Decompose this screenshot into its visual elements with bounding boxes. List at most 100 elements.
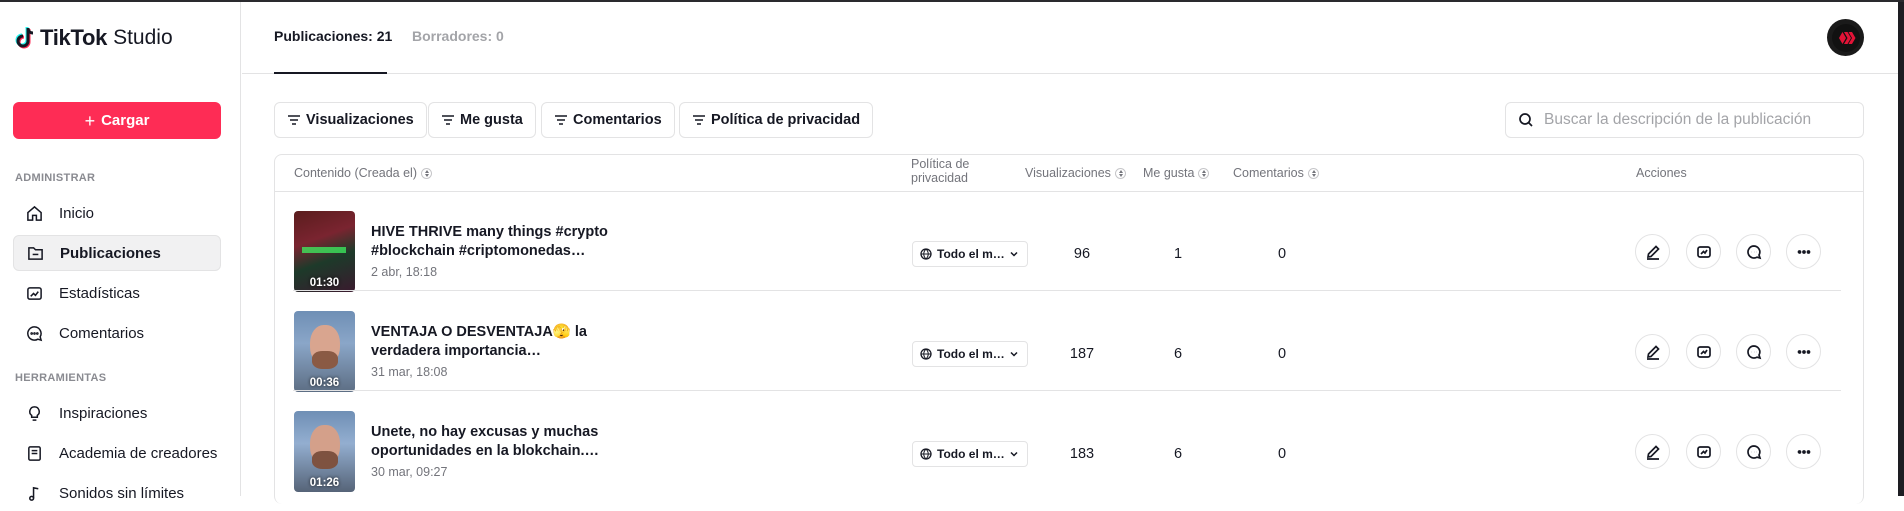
academy-icon: [25, 444, 43, 462]
header: Publicaciones: 21 Borradores: 0: [242, 2, 1898, 74]
column-header-comments[interactable]: Comentarios: [1233, 166, 1319, 180]
plus-icon: +: [84, 110, 96, 131]
more-options-button[interactable]: [1786, 434, 1821, 469]
privacy-value: Todo el m…: [937, 247, 1005, 261]
chevron-down-icon: [1010, 251, 1018, 257]
tiktok-logo-icon: [14, 26, 36, 50]
table-row[interactable]: 01:26 Unete, no hay excusas y muchas opo…: [275, 391, 1863, 492]
comments-button[interactable]: [1736, 234, 1771, 269]
analytics-button[interactable]: [1686, 434, 1721, 469]
video-description[interactable]: HIVE THRIVE many things #crypto #blockch…: [371, 223, 611, 261]
sidebar-item-publicaciones[interactable]: Publicaciones: [13, 235, 221, 271]
comments-icon: [25, 324, 43, 342]
comment-icon: [1746, 344, 1761, 359]
analytics-icon: [1696, 445, 1711, 458]
more-options-button[interactable]: [1786, 234, 1821, 269]
analytics-icon: [1696, 245, 1711, 258]
tab-borradores[interactable]: Borradores: 0: [412, 28, 504, 44]
more-horizontal-icon: [1797, 449, 1810, 454]
video-duration: 00:36: [309, 377, 340, 389]
pencil-icon: [1646, 344, 1660, 360]
privacy-select[interactable]: Todo el m…: [912, 441, 1028, 467]
section-label-admin: ADMINISTRAR: [15, 172, 96, 184]
thumbnail-beard: [312, 351, 338, 369]
video-thumbnail[interactable]: 00:36: [294, 311, 355, 392]
table-row[interactable]: 01:30 HIVE THRIVE many things #crypto #b…: [275, 191, 1863, 292]
video-description[interactable]: VENTAJA O DESVENTAJA🫣 la verdadera impor…: [371, 323, 611, 361]
analytics-button[interactable]: [1686, 234, 1721, 269]
thumbnail-beard: [312, 451, 338, 469]
sidebar: TikTok Studio + Cargar ADMINISTRAR Inici…: [0, 2, 241, 502]
sidebar-item-academia[interactable]: Academia de creadores: [13, 435, 221, 471]
video-date: 30 mar, 09:27: [371, 465, 448, 479]
sidebar-item-estadisticas[interactable]: Estadísticas: [13, 275, 221, 311]
upload-button[interactable]: + Cargar: [13, 102, 221, 139]
globe-icon: [920, 448, 932, 460]
chevron-down-icon: [1010, 451, 1018, 457]
chevron-down-icon: [1010, 351, 1018, 357]
privacy-select[interactable]: Todo el m…: [912, 341, 1028, 367]
sidebar-item-sonidos[interactable]: Sonidos sin límites: [13, 475, 221, 511]
posts-icon: [26, 244, 44, 262]
filter-me-gusta[interactable]: Me gusta: [428, 102, 536, 138]
avatar[interactable]: [1827, 19, 1864, 56]
video-date: 2 abr, 18:18: [371, 265, 438, 279]
more-horizontal-icon: [1797, 249, 1810, 254]
sort-icon: [1307, 167, 1319, 179]
filter-icon: [288, 115, 300, 125]
comment-icon: [1746, 444, 1761, 459]
video-thumbnail[interactable]: 01:26: [294, 411, 355, 492]
edit-button[interactable]: [1635, 234, 1670, 269]
search-box[interactable]: [1505, 102, 1864, 138]
filter-privacidad[interactable]: Política de privacidad: [679, 102, 874, 138]
sidebar-item-inspiraciones[interactable]: Inspiraciones: [13, 395, 221, 431]
sidebar-item-comentarios[interactable]: Comentarios: [13, 315, 221, 351]
search-input[interactable]: [1544, 111, 1854, 129]
column-header-likes[interactable]: Me gusta: [1143, 166, 1210, 180]
analytics-button[interactable]: [1686, 334, 1721, 369]
filter-comentarios[interactable]: Comentarios: [541, 102, 675, 138]
video-thumbnail[interactable]: 01:30: [294, 211, 355, 292]
privacy-value: Todo el m…: [937, 347, 1005, 361]
privacy-select[interactable]: Todo el m…: [912, 241, 1028, 267]
comments-button[interactable]: [1736, 334, 1771, 369]
search-icon: [1519, 113, 1533, 127]
comments-count: 0: [1277, 446, 1287, 462]
video-duration: 01:30: [309, 277, 340, 289]
column-header-privacy: Política de privacidad: [911, 157, 991, 185]
music-note-icon: [25, 484, 43, 502]
column-header-label: Visualizaciones: [1025, 166, 1111, 180]
sidebar-item-label: Inspiraciones: [59, 404, 148, 422]
column-header-content[interactable]: Contenido (Creada el): [294, 166, 432, 180]
lightbulb-icon: [25, 404, 43, 422]
likes-count: 1: [1173, 246, 1183, 262]
logo-text: TikTok: [40, 25, 108, 50]
video-date: 31 mar, 18:08: [371, 365, 448, 379]
table-row[interactable]: 00:36 VENTAJA O DESVENTAJA🫣 la verdadera…: [275, 291, 1863, 392]
column-header-views[interactable]: Visualizaciones: [1025, 166, 1126, 180]
analytics-icon: [1696, 345, 1711, 358]
edit-button[interactable]: [1635, 334, 1670, 369]
edit-button[interactable]: [1635, 434, 1670, 469]
tiktok-studio-logo[interactable]: TikTok Studio: [14, 24, 173, 52]
filter-label: Me gusta: [460, 112, 523, 128]
globe-icon: [920, 248, 932, 260]
filter-visualizaciones[interactable]: Visualizaciones: [274, 102, 427, 138]
pencil-icon: [1646, 244, 1660, 260]
column-header-label: Acciones: [1636, 166, 1687, 180]
sort-icon: [1114, 167, 1126, 179]
column-header-actions: Acciones: [1636, 166, 1687, 180]
more-options-button[interactable]: [1786, 334, 1821, 369]
sidebar-item-label: Comentarios: [59, 324, 145, 342]
tab-publicaciones[interactable]: Publicaciones: 21: [274, 28, 392, 44]
sort-icon: [1198, 167, 1210, 179]
comments-count: 0: [1277, 346, 1287, 362]
comments-button[interactable]: [1736, 434, 1771, 469]
likes-count: 6: [1173, 346, 1183, 362]
likes-count: 6: [1173, 446, 1183, 462]
comments-count: 0: [1277, 246, 1287, 262]
sidebar-item-inicio[interactable]: Inicio: [13, 195, 221, 231]
filter-label: Visualizaciones: [306, 112, 414, 128]
video-description[interactable]: Unete, no hay excusas y muchas oportunid…: [371, 423, 611, 461]
posts-table: Contenido (Creada el) Política de privac…: [274, 154, 1864, 504]
